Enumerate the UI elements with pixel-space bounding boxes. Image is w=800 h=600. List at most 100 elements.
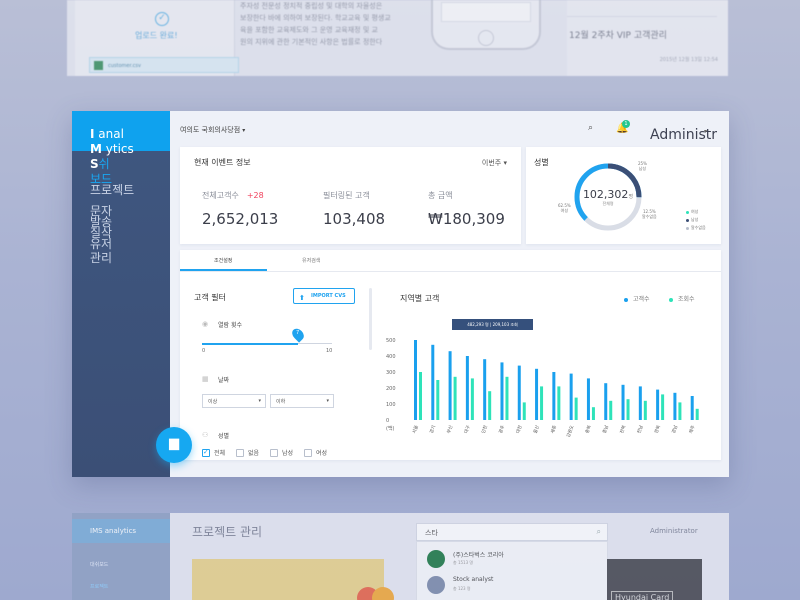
pct-female: 62.5% 여성: [558, 203, 571, 213]
bar-customers: [638, 386, 642, 420]
stat-value: ₩180,309: [428, 210, 505, 228]
period-select[interactable]: 이번주 ▾: [482, 158, 507, 168]
bar-views: [643, 400, 647, 420]
x-tick-label: 대전: [514, 424, 523, 434]
bar-views: [505, 376, 509, 420]
tab-user-search[interactable]: 유저검색: [302, 257, 320, 264]
event-title: 현재 이벤트 정보: [194, 158, 251, 167]
calendar-icon: ▦: [202, 375, 209, 383]
bottom-brand: IMS analytics: [90, 527, 137, 535]
brand-line: I anal: [90, 127, 124, 141]
eye-icon: ◉: [202, 320, 209, 328]
y-tick-label: 300: [386, 370, 396, 376]
sidebar: I anal M ytics S쉬 보드 프로젝트 문자 발송 질삭 유저 관리: [72, 111, 170, 477]
bar-customers: [690, 396, 694, 420]
y-tick-label: 100: [386, 402, 396, 408]
region-chart-title: 지역별 고객: [400, 294, 440, 303]
event-card: 현재 이벤트 정보 이번주 ▾ 전체고객수 +28 2,652,013 필터링된 …: [180, 147, 521, 244]
slider-max: 10: [326, 348, 333, 354]
gender-option-all[interactable]: 전체: [202, 448, 225, 458]
bottom-title: 프로젝트 관리: [192, 525, 263, 539]
users-icon: ⚇: [202, 431, 209, 439]
x-tick-label: 강원도: [565, 424, 576, 438]
x-tick-label: 충북: [583, 424, 592, 434]
y-tick-label: 0: [386, 418, 389, 424]
bar-views: [574, 397, 578, 420]
background-panel-bottom: IMS analytics 대쉬보드 프로젝트 프로젝트 관리 스타 ⌕ (주)스…: [72, 513, 729, 600]
analytics-window: I anal M ytics S쉬 보드 프로젝트 문자 발송 질삭 유저 관리…: [72, 111, 729, 477]
tab-conditions[interactable]: 조건설정: [214, 257, 232, 264]
chevron-down-icon: ▾: [326, 398, 329, 404]
project-card-yellow: [192, 559, 384, 600]
bottom-search: 스타 ⌕: [416, 523, 608, 541]
gender-option-none[interactable]: 없음: [236, 448, 259, 458]
stat-total-amount: 총 금액 ₩180,309: [428, 191, 505, 228]
bottom-sidebar: IMS analytics 대쉬보드 프로젝트: [72, 513, 170, 600]
bottom-admin: Administrator: [650, 527, 698, 535]
tab-bar: 조건설정 유저검색: [180, 250, 721, 272]
pct-unknown: 12.5% 알수없음: [642, 209, 657, 219]
gender-option-female[interactable]: 여성: [304, 448, 327, 458]
visits-slider-fill: [202, 343, 298, 345]
bar-views: [522, 402, 526, 420]
upload-panel: ✓ 업로드 완료! customer.csv: [75, 0, 239, 76]
recent-title: 12월 2주차 VIP 고객관리: [569, 31, 667, 41]
legend-customers: 고객수: [624, 294, 650, 303]
filter-chart-card: 조건설정 유저검색 고객 필터 ⬆ IMPORT CVS ◉ 열람 횟수 7 0 …: [180, 250, 721, 460]
chevron-down-icon: ▾: [258, 398, 261, 404]
recent-date: 2015년 12월 13일 12:54: [659, 57, 718, 63]
y-tick-label: 500: [386, 338, 396, 344]
starbucks-logo-icon: [427, 550, 445, 568]
bar-views: [419, 372, 422, 420]
chat-button[interactable]: ▆: [156, 427, 192, 463]
bar-customers: [483, 359, 487, 420]
bar-views: [626, 399, 630, 420]
bottom-search-results: (주)스타벅스 코리아 총 1513 명 Stock analyst 총 123…: [416, 541, 608, 600]
x-tick-label: 세종: [549, 424, 558, 434]
bar-customers: [500, 362, 504, 420]
bar-customers: [465, 356, 469, 420]
legend-views: 조회수: [669, 294, 695, 303]
bar-customers: [414, 340, 417, 420]
x-tick-label: 충남: [601, 424, 610, 434]
tab-active-indicator: [180, 269, 267, 271]
project-card-dark: Hyundai Card: [607, 559, 702, 600]
date-from-select[interactable]: 이상 ▾: [202, 394, 266, 408]
search-icon[interactable]: ⌕: [588, 123, 593, 133]
chevron-down-icon: ▾: [242, 127, 246, 134]
location-select[interactable]: 여의도 국회의사당점 ▾: [180, 125, 245, 135]
sidebar-item-manage[interactable]: 관리: [90, 251, 170, 266]
stat-value: 103,408: [323, 210, 386, 228]
bar-customers: [673, 392, 677, 420]
slider-min: 0: [202, 348, 206, 354]
date-to-select[interactable]: 이하 ▾: [270, 394, 334, 408]
upload-done-label: 업로드 완료!: [135, 31, 178, 40]
import-csv-button[interactable]: ⬆ IMPORT CVS: [293, 288, 355, 304]
y-axis-label: (백): [386, 425, 395, 432]
phone-mockup: [431, 0, 541, 50]
region-bar-chart: 500 400 300 200 100 0(백) 서울 경기 부산 대구 인천 광주 대전 울산 세종 강원도…: [386, 338, 699, 438]
chevron-down-icon[interactable]: ▾: [704, 128, 707, 135]
chat-icon: ▆: [169, 436, 179, 451]
bar-customers: [552, 372, 556, 420]
sidebar-item-project[interactable]: 프로젝트: [90, 183, 170, 198]
bar-customers: [621, 384, 625, 420]
bar-views: [678, 402, 682, 420]
gender-card: 성별 102,302명 전체명 25% 남성 12.5% 알수없음 62.5% 여성 …: [526, 147, 721, 244]
search-icon: ⌕: [596, 527, 601, 536]
uploaded-file: customer.csv: [89, 57, 239, 73]
gender-option-male[interactable]: 남성: [270, 448, 293, 458]
bar-customers: [448, 351, 452, 420]
scrollbar[interactable]: [369, 288, 372, 350]
upload-icon: ⬆: [299, 294, 305, 302]
visits-slider-value: 7: [296, 330, 300, 336]
x-tick-label: 서울: [410, 424, 419, 434]
x-tick-label: 대구: [462, 424, 471, 434]
sidebar-item-user[interactable]: 유저: [90, 237, 170, 252]
x-tick-label: 경기: [428, 424, 437, 434]
sidebar-item-dashboard[interactable]: S쉬: [90, 157, 170, 172]
bar-views: [609, 400, 613, 420]
bar-customers: [586, 378, 590, 420]
x-tick-label: 제주: [687, 424, 696, 434]
bar-views: [557, 386, 561, 420]
